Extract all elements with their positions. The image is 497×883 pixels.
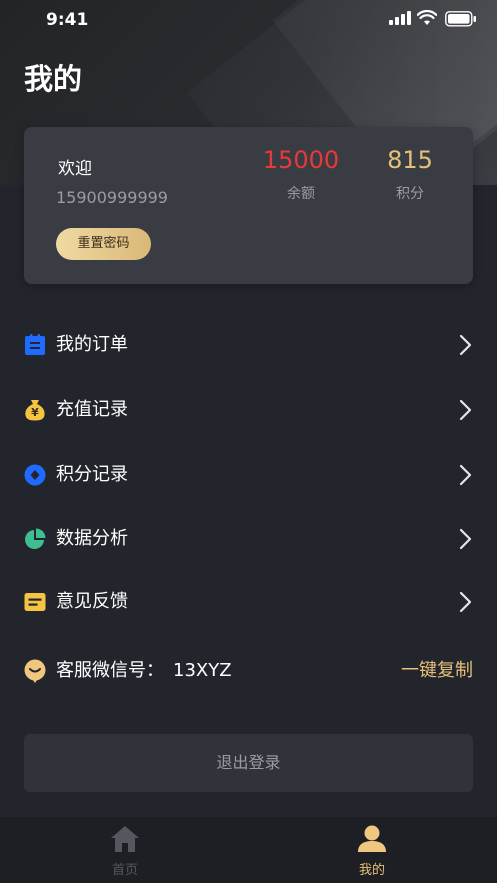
bottom-tab-bar: 首页 我的 [0,817,497,883]
battery-icon [445,11,476,27]
welcome-text: 欢迎 [58,159,92,179]
tab-home-label: 首页 [111,863,138,878]
chevron-right-icon [459,464,472,486]
balance-stat[interactable]: 15000 余额 [246,145,356,203]
menu-item-orders[interactable]: 我的订单 [24,326,473,366]
page-title: 我的 [24,62,83,96]
balance-label: 余额 [287,186,315,202]
tab-mine-label: 我的 [358,863,385,878]
menu-label: 我的订单 [56,334,128,355]
points-stat[interactable]: 815 积分 [355,145,465,203]
chevron-right-icon [459,334,472,356]
customer-service-wechat-row: 客服微信号： 13XYZ 一键复制 [24,652,473,692]
profile-card: 欢迎 15900999999 重置密码 15000 余额 815 积分 [24,127,473,284]
menu-item-recharge-records[interactable]: ¥ 充值记录 [24,391,473,431]
logout-button[interactable]: 退出登录 [24,734,473,792]
money-bag-icon: ¥ [25,400,45,421]
pie-chart-icon [25,528,46,549]
menu-label: 积分记录 [56,464,128,485]
menu-item-points-records[interactable]: 积分记录 [24,456,473,496]
signal-icon [389,11,411,25]
status-time: 9:41 [46,10,89,30]
chevron-right-icon [459,528,472,550]
tab-mine[interactable]: 我的 [312,825,432,878]
menu-item-data-analysis[interactable]: 数据分析 [24,520,473,560]
phone-number: 15900999999 [56,188,168,207]
menu-item-feedback[interactable]: 意见反馈 [24,583,473,623]
wechat-id: 13XYZ [173,660,232,681]
user-icon [358,825,386,852]
points-value: 815 [387,146,433,174]
menu-label: 数据分析 [56,528,128,549]
chevron-right-icon [459,399,472,421]
copy-wechat-button[interactable]: 一键复制 [401,660,473,682]
menu-label: 意见反馈 [56,591,128,612]
smile-icon [24,659,46,683]
wechat-label: 客服微信号： [56,660,164,681]
points-label: 积分 [396,186,424,202]
chevron-right-icon [459,591,472,613]
menu-label: 充值记录 [56,399,128,420]
svg-text:¥: ¥ [31,406,39,419]
tab-home[interactable]: 首页 [65,825,185,878]
diamond-icon [24,464,46,486]
feedback-icon [24,593,46,611]
reset-password-button[interactable]: 重置密码 [56,228,151,260]
order-icon [25,334,45,355]
status-bar: 9:41 [0,0,497,40]
balance-value: 15000 [262,146,340,174]
wifi-icon [417,10,437,25]
home-icon [111,826,139,852]
